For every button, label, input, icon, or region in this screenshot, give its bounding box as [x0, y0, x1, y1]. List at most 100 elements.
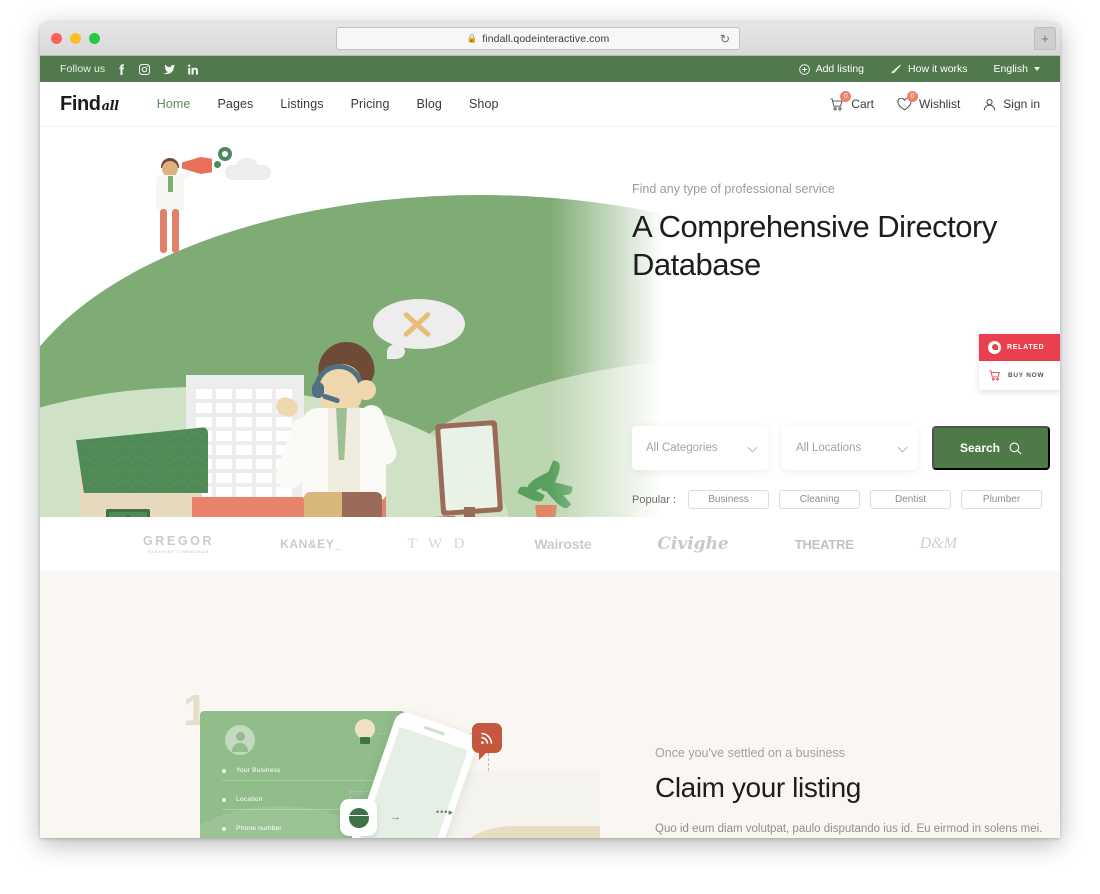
- wishlist-label: Wishlist: [918, 97, 961, 111]
- follow-us-label: Follow us: [60, 63, 106, 75]
- browser-window: 🔒 findall.qodeinteractive.com ↻ + Follow…: [40, 22, 1060, 838]
- minimize-window-button[interactable]: [70, 33, 81, 44]
- hero-search-form: All Categories All Locations Search: [632, 426, 1050, 470]
- claim-field-your-business: Your Business: [222, 767, 392, 781]
- tools-icon: [400, 309, 438, 341]
- add-listing-label: Add listing: [815, 63, 865, 75]
- popular-tag-dentist[interactable]: Dentist: [870, 490, 952, 509]
- nav-item-shop[interactable]: Shop: [469, 97, 499, 111]
- brand-logo-wairoste: Wairoste: [534, 536, 592, 552]
- brand-name: GREGOR: [142, 534, 215, 548]
- browser-chrome: 🔒 findall.qodeinteractive.com ↻ +: [40, 22, 1060, 56]
- claim-body-text: Quo id eum diam volutpat, paulo disputan…: [655, 823, 1043, 835]
- brand-logo-kangey: KAN&EY_: [280, 537, 342, 551]
- add-listing-link[interactable]: Add listing: [798, 63, 865, 75]
- nav-item-pages[interactable]: Pages: [217, 97, 253, 111]
- popular-tag-plumber[interactable]: Plumber: [961, 490, 1043, 509]
- window-controls[interactable]: [51, 33, 100, 44]
- arrow-right-icon: →: [390, 811, 401, 823]
- related-icon: [988, 341, 1001, 354]
- signin-label: Sign in: [1003, 97, 1040, 111]
- brand-logo-twd: T W D: [407, 535, 469, 552]
- nav-item-pricing[interactable]: Pricing: [351, 97, 390, 111]
- nav-item-listings[interactable]: Listings: [280, 97, 323, 111]
- wishlist-badge: 0: [906, 91, 918, 102]
- cloud-icon: [225, 158, 271, 180]
- support-agent-illustration: [273, 339, 420, 517]
- popular-tag-business[interactable]: Business: [688, 490, 770, 509]
- how-it-works-label: How it works: [908, 63, 968, 75]
- lightbulb-icon: [352, 719, 378, 745]
- globe-badge: [340, 799, 377, 836]
- social-links[interactable]: [117, 63, 199, 75]
- how-it-works-link[interactable]: How it works: [890, 63, 968, 75]
- address-bar[interactable]: 🔒 findall.qodeinteractive.com ↻: [336, 27, 740, 50]
- main-navigation: Home Pages Listings Pricing Blog Shop: [157, 97, 499, 111]
- maximize-window-button[interactable]: [89, 33, 100, 44]
- brand-subtitle: PARADISE CINEMAMAN: [147, 550, 210, 554]
- hero-title-line2: Database: [632, 246, 761, 282]
- page-viewport: Follow us Add listing How it works Engli…: [40, 56, 1060, 838]
- buy-now-label: BUY NOW: [1008, 372, 1045, 379]
- claim-field-label: Your Business: [236, 767, 281, 774]
- avatar: [225, 725, 255, 755]
- claim-illustration: Your Business Location Phone number Work…: [200, 709, 600, 838]
- claim-title: Claim your listing: [655, 772, 861, 803]
- gear-small-icon: [214, 161, 221, 168]
- header-actions: 0 Cart 0 Wishlist Sign in: [830, 91, 1040, 111]
- related-label: RELATED: [1007, 344, 1045, 351]
- follow-us-group: Follow us: [60, 63, 199, 75]
- claim-subtitle: Once you've settled on a business: [655, 746, 846, 760]
- chevron-down-icon: [1034, 67, 1040, 71]
- site-header: Find all Home Pages Listings Pricing Blog…: [40, 82, 1060, 127]
- url-text: findall.qodeinteractive.com: [482, 32, 610, 45]
- window-shutter-top: [106, 509, 150, 517]
- cart-link[interactable]: 0 Cart: [830, 91, 874, 111]
- brand-logos-strip: GREGOR PARADISE CINEMAMAN KAN&EY_ T W D …: [40, 517, 1060, 571]
- hero-subtitle: Find any type of professional service: [632, 182, 835, 196]
- rss-icon: [472, 723, 502, 753]
- hero-section: Find any type of professional service A …: [40, 127, 1060, 517]
- popular-tags-row: Popular : Business Cleaning Dentist Plum…: [632, 490, 1043, 509]
- cart-badge: 0: [840, 91, 852, 102]
- dots-arrow-icon: •••▸: [436, 807, 454, 817]
- globe-icon: [348, 807, 369, 828]
- location-select[interactable]: All Locations: [782, 426, 918, 470]
- instagram-icon[interactable]: [139, 63, 151, 75]
- category-select-value: All Categories: [646, 442, 718, 454]
- search-button-label: Search: [959, 441, 1001, 455]
- nav-item-blog[interactable]: Blog: [417, 97, 442, 111]
- top-utility-right: Add listing How it works English: [798, 63, 1040, 75]
- twitter-icon[interactable]: [163, 64, 176, 75]
- monitor-illustration: [434, 419, 504, 517]
- site-logo[interactable]: Find all: [60, 93, 119, 116]
- brand-logo-civighe: Civighe: [657, 534, 729, 554]
- cart-label: Cart: [851, 97, 874, 111]
- language-label: English: [993, 63, 1028, 75]
- search-button[interactable]: Search: [932, 426, 1050, 470]
- new-tab-button[interactable]: +: [1034, 27, 1056, 50]
- logo-main-text: Find: [60, 92, 101, 115]
- close-window-button[interactable]: [51, 33, 62, 44]
- reload-icon[interactable]: ↻: [720, 32, 730, 46]
- claim-field-label: Phone number: [236, 825, 282, 832]
- chevron-down-icon: [747, 442, 758, 453]
- related-button[interactable]: RELATED: [979, 334, 1060, 361]
- category-select[interactable]: All Categories: [632, 426, 768, 470]
- language-selector[interactable]: English: [994, 63, 1040, 75]
- facebook-icon[interactable]: [117, 63, 126, 75]
- logo-script-text: all: [101, 98, 120, 114]
- buy-now-button[interactable]: BUY NOW: [979, 361, 1060, 390]
- popular-tag-cleaning[interactable]: Cleaning: [779, 490, 861, 509]
- hero-title: A Comprehensive Directory Database: [632, 208, 1052, 283]
- wishlist-link[interactable]: 0 Wishlist: [897, 91, 961, 111]
- signin-link[interactable]: Sign in: [983, 97, 1040, 111]
- nav-item-home[interactable]: Home: [157, 97, 191, 111]
- promo-widget: RELATED BUY NOW: [979, 334, 1060, 390]
- claim-field-label: Location: [236, 796, 263, 803]
- gear-icon: [218, 147, 232, 161]
- hero-title-line1: A Comprehensive Directory: [632, 209, 997, 244]
- location-select-value: All Locations: [796, 442, 862, 454]
- linkedin-icon[interactable]: [188, 64, 199, 75]
- popular-label: Popular :: [632, 493, 677, 506]
